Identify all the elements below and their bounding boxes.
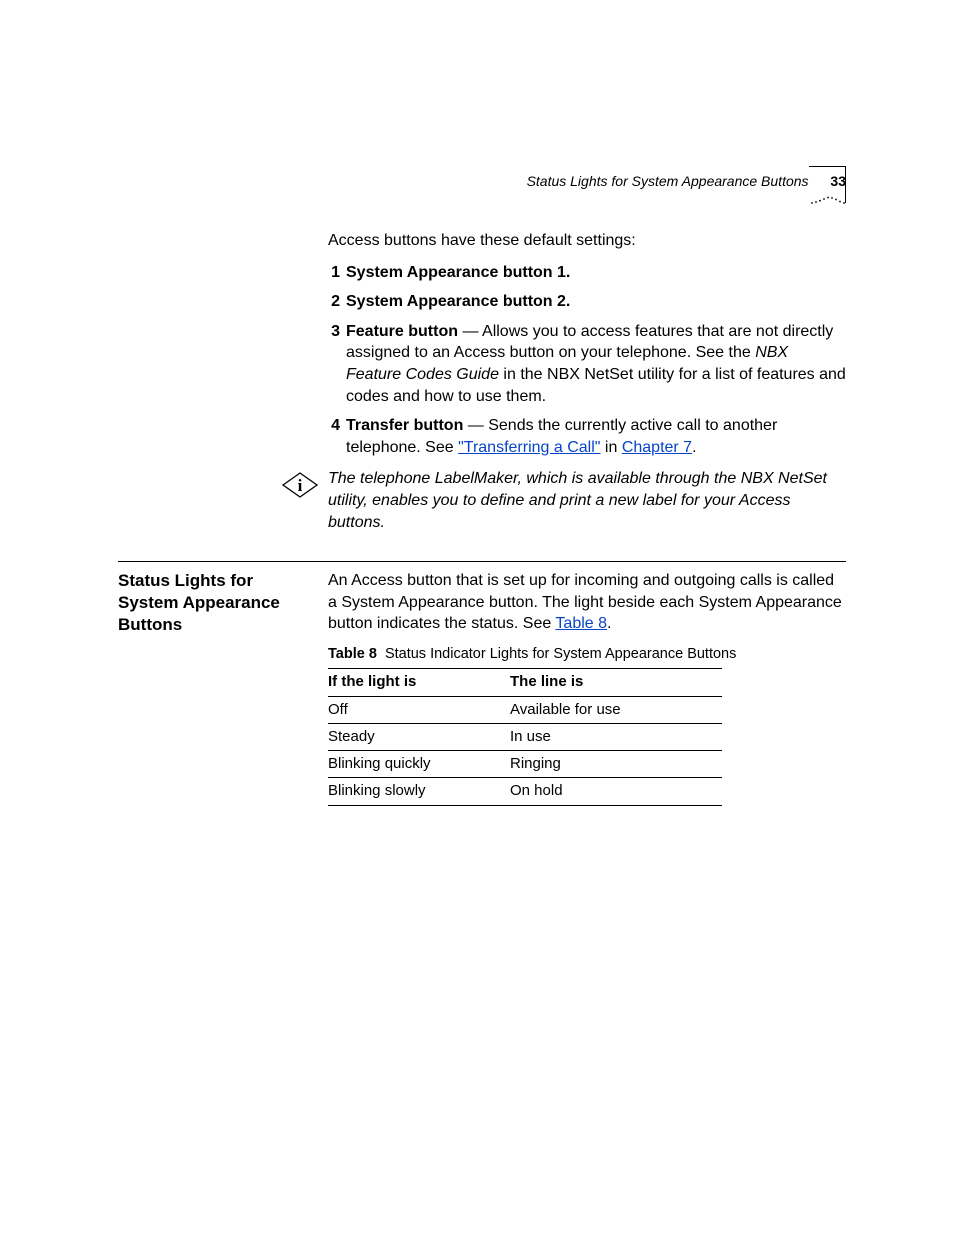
list-item: 2 System Appearance button 2. [328, 291, 846, 313]
info-icon: i [280, 470, 320, 507]
table-row: Blinking slowly On hold [328, 778, 722, 805]
list-bold: Transfer button [346, 417, 463, 434]
link-transferring-a-call[interactable]: "Transferring a Call" [458, 439, 600, 456]
table-row: Off Available for use [328, 696, 722, 723]
intro-paragraph: Access buttons have these default settin… [328, 230, 846, 252]
list-bold: Feature button [346, 323, 458, 340]
list-number: 3 [322, 321, 340, 343]
table-cell: Available for use [510, 696, 722, 723]
section-status-lights: Status Lights for System Appearance Butt… [118, 561, 846, 806]
link-chapter-7[interactable]: Chapter 7 [622, 439, 692, 456]
default-settings-list: 1 System Appearance button 1. 2 System A… [328, 262, 846, 459]
section-text: . [607, 615, 611, 632]
list-bold: System Appearance button 1. [346, 264, 570, 281]
link-table-8[interactable]: Table 8 [555, 615, 607, 632]
table-cell: Off [328, 696, 510, 723]
table-caption: Table 8 Status Indicator Lights for Syst… [328, 645, 846, 665]
list-text: in [600, 439, 621, 456]
table-cell: Ringing [510, 751, 722, 778]
list-text: . [692, 439, 696, 456]
list-number: 1 [322, 262, 340, 284]
list-number: 2 [322, 291, 340, 313]
status-table: If the light is The line is Off Availabl… [328, 668, 722, 805]
table-header-cell: If the light is [328, 669, 510, 696]
list-dash: — [463, 417, 488, 434]
table-row: Steady In use [328, 723, 722, 750]
svg-text:i: i [298, 476, 303, 495]
running-header: Status Lights for System Appearance Butt… [527, 172, 846, 191]
info-note-text: The telephone LabelMaker, which is avail… [328, 468, 846, 533]
table-number: Table 8 [328, 646, 377, 662]
info-note: i The telephone LabelMaker, which is ava… [280, 468, 846, 533]
table-header-row: If the light is The line is [328, 669, 722, 696]
section-heading: Status Lights for System Appearance Butt… [118, 570, 328, 806]
list-item: 3 Feature button — Allows you to access … [328, 321, 846, 407]
table-cell: Steady [328, 723, 510, 750]
table-header-cell: The line is [510, 669, 722, 696]
table-cell: Blinking slowly [328, 778, 510, 805]
table-cell: On hold [510, 778, 722, 805]
page-number: 33 [830, 173, 846, 189]
table-row: Blinking quickly Ringing [328, 751, 722, 778]
section-paragraph: An Access button that is set up for inco… [328, 570, 846, 635]
table-title: Status Indicator Lights for System Appea… [385, 646, 736, 662]
list-bold: System Appearance button 2. [346, 293, 570, 310]
section-body: An Access button that is set up for inco… [328, 570, 846, 806]
list-item: 1 System Appearance button 1. [328, 262, 846, 284]
list-dash: — [458, 323, 482, 340]
header-dots-decoration [810, 192, 846, 206]
list-item: 4 Transfer button — Sends the currently … [328, 415, 846, 458]
table-cell: In use [510, 723, 722, 750]
list-number: 4 [322, 415, 340, 437]
table-cell: Blinking quickly [328, 751, 510, 778]
running-title: Status Lights for System Appearance Butt… [527, 173, 809, 189]
